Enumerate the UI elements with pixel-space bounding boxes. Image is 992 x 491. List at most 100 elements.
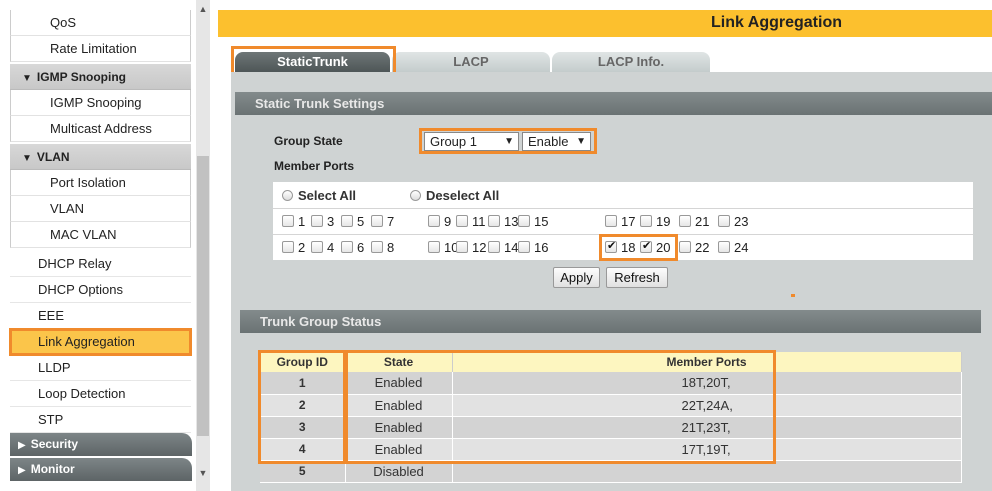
- checked-ports-highlight-box: [599, 234, 678, 261]
- sidebar-item-igmp-snooping[interactable]: IGMP Snooping: [10, 90, 191, 116]
- sidebar-item-stp[interactable]: STP: [10, 407, 191, 433]
- port-number-label: 21: [695, 214, 710, 229]
- port-number-label: 19: [656, 214, 671, 229]
- port-checkbox-2[interactable]: 2: [282, 240, 305, 255]
- sidebar-scrollbar[interactable]: ▲ ▼: [196, 0, 210, 491]
- port-number-label: 17: [621, 214, 636, 229]
- checkbox-icon: [640, 215, 652, 227]
- sidebar-item-igmp-snooping[interactable]: ▼ IGMP Snooping: [10, 64, 191, 90]
- select-all-label: Select All: [298, 188, 357, 203]
- tab-highlight-box: [231, 46, 396, 75]
- port-number-label: 1: [298, 214, 306, 229]
- group-id-highlight-box: [258, 350, 346, 464]
- sidebar-item-label: VLAN: [50, 201, 84, 216]
- checkbox-icon: [718, 215, 730, 227]
- sidebar-item-eee[interactable]: EEE: [10, 303, 191, 329]
- sidebar-item-label: IGMP Snooping: [50, 95, 142, 110]
- scroll-down-icon[interactable]: ▼: [196, 466, 210, 480]
- page-title-bar: Link Aggregation: [218, 10, 992, 37]
- radio-icon: [410, 190, 421, 201]
- port-checkbox-6[interactable]: 6: [341, 240, 364, 255]
- port-number-label: 12: [472, 240, 487, 255]
- sidebar-item-dhcp-options[interactable]: DHCP Options: [10, 277, 191, 303]
- checkbox-icon: [518, 241, 530, 253]
- sidebar-item-security[interactable]: ▶ Security: [10, 433, 192, 456]
- scroll-thumb[interactable]: [197, 156, 209, 436]
- port-checkbox-24[interactable]: 24: [718, 240, 748, 255]
- apply-button[interactable]: Apply: [553, 267, 600, 288]
- deselect-all-label: Deselect All: [426, 188, 500, 203]
- radio-icon: [282, 190, 293, 201]
- checkbox-icon: [311, 241, 323, 253]
- port-checkbox-15[interactable]: 15: [518, 214, 548, 229]
- port-number-label: 5: [357, 214, 365, 229]
- port-checkbox-19[interactable]: 19: [640, 214, 670, 229]
- port-checkbox-3[interactable]: 3: [311, 214, 334, 229]
- sidebar-item-mac-vlan[interactable]: MAC VLAN: [10, 222, 191, 248]
- port-number-label: 3: [327, 214, 335, 229]
- checkbox-icon: [282, 215, 294, 227]
- port-checkbox-16[interactable]: 16: [518, 240, 548, 255]
- port-number-label: 22: [695, 240, 710, 255]
- port-number-label: 8: [387, 240, 395, 255]
- checkbox-icon: [488, 215, 500, 227]
- checkbox-icon: [456, 241, 468, 253]
- sidebar-item-link-aggregation[interactable]: Link Aggregation: [9, 328, 192, 356]
- port-checkbox-23[interactable]: 23: [718, 214, 748, 229]
- sidebar-item-lldp[interactable]: LLDP: [10, 355, 191, 381]
- sidebar-item-loop-detection[interactable]: Loop Detection: [10, 381, 191, 407]
- checkbox-icon: [311, 215, 323, 227]
- port-checkbox-9[interactable]: 9: [428, 214, 451, 229]
- port-number-label: 23: [734, 214, 749, 229]
- sidebar-item-dhcp-relay[interactable]: DHCP Relay: [10, 251, 191, 277]
- sidebar-nav: QoS Rate Limitation ▼ IGMP Snooping IGMP Sno…: [0, 0, 210, 491]
- port-checkbox-12[interactable]: 12: [456, 240, 486, 255]
- sidebar-item-label: Multicast Address: [50, 121, 152, 136]
- port-checkbox-5[interactable]: 5: [341, 214, 364, 229]
- port-number-label: 7: [387, 214, 395, 229]
- sidebar-item-monitor[interactable]: ▶ Monitor: [10, 458, 192, 481]
- sidebar-item-vlan[interactable]: ▼ VLAN: [10, 144, 191, 170]
- port-number-label: 24: [734, 240, 749, 255]
- marker-dot: [791, 294, 795, 297]
- sidebar-item-port-isolation[interactable]: Port Isolation: [10, 170, 191, 196]
- checkbox-icon: [488, 241, 500, 253]
- sidebar-item-label: LLDP: [38, 360, 71, 375]
- checkbox-icon: [456, 215, 468, 227]
- port-checkbox-4[interactable]: 4: [311, 240, 334, 255]
- checkbox-icon: [428, 241, 440, 253]
- sidebar-item-label: Link Aggregation: [38, 334, 135, 349]
- caret-right-icon: ▶: [18, 440, 26, 451]
- deselect-all-radio[interactable]: Deselect All: [410, 188, 499, 203]
- port-number-label: 11: [472, 214, 486, 229]
- sidebar-item-label: IGMP Snooping: [36, 70, 127, 84]
- sidebar-item-label: STP: [38, 412, 64, 427]
- port-checkbox-22[interactable]: 22: [679, 240, 709, 255]
- tab-lacp-info[interactable]: LACP Info.: [552, 52, 710, 72]
- tab-lacp[interactable]: LACP: [392, 52, 550, 72]
- port-checkbox-10[interactable]: 10: [428, 240, 458, 255]
- select-all-radio[interactable]: Select All: [282, 188, 356, 203]
- port-checkbox-8[interactable]: 8: [371, 240, 394, 255]
- sidebar-item-vlan[interactable]: VLAN: [10, 196, 191, 222]
- checkbox-icon: [341, 215, 353, 227]
- port-checkbox-21[interactable]: 21: [679, 214, 709, 229]
- sidebar-item-multicast-address[interactable]: Multicast Address: [10, 116, 191, 142]
- checkbox-icon: [282, 241, 294, 253]
- sidebar-item-label: Rate Limitation: [50, 41, 137, 56]
- sidebar-item-label: Loop Detection: [38, 386, 126, 401]
- port-number-label: 9: [444, 214, 452, 229]
- port-checkbox-11[interactable]: 11: [456, 214, 486, 229]
- sidebar-item-label: EEE: [38, 308, 65, 323]
- port-checkbox-7[interactable]: 7: [371, 214, 394, 229]
- caret-down-icon: ▼: [22, 73, 32, 84]
- port-checkbox-1[interactable]: 1: [282, 214, 305, 229]
- refresh-button[interactable]: Refresh: [606, 267, 668, 288]
- sidebar-item-qos[interactable]: QoS: [10, 10, 191, 36]
- checkbox-icon: [605, 215, 617, 227]
- port-checkbox-17[interactable]: 17: [605, 214, 635, 229]
- sidebar-item-rate-limitation[interactable]: Rate Limitation: [10, 36, 191, 62]
- port-checkbox-14[interactable]: 14: [488, 240, 518, 255]
- port-checkbox-13[interactable]: 13: [488, 214, 518, 229]
- scroll-up-icon[interactable]: ▲: [196, 2, 210, 16]
